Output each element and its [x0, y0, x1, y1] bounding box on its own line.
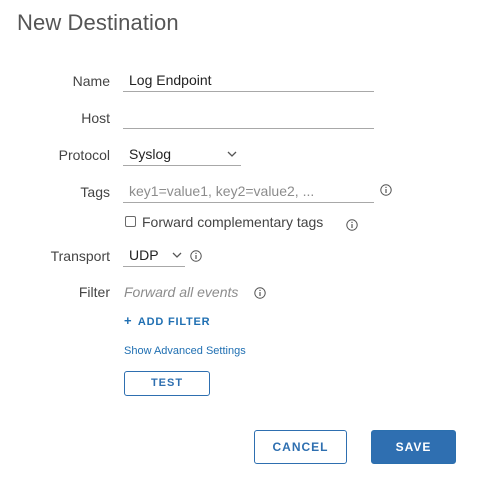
chevron-down-icon — [172, 252, 182, 258]
protocol-value: Syslog — [129, 146, 172, 162]
add-filter-label: ADD FILTER — [137, 316, 211, 328]
show-advanced-settings-link[interactable]: Show Advanced Settings — [124, 345, 246, 357]
add-filter-button[interactable]: + ADD FILTER — [124, 313, 210, 328]
forward-tags-checkbox[interactable] — [125, 216, 136, 227]
host-label: Host — [81, 110, 110, 126]
protocol-label: Protocol — [58, 147, 110, 163]
tags-input[interactable] — [129, 183, 374, 199]
info-circle-icon[interactable] — [254, 287, 266, 299]
tags-label: Tags — [80, 184, 110, 200]
name-label: Name — [72, 73, 110, 89]
name-input[interactable] — [129, 72, 374, 88]
protocol-select[interactable]: Syslog — [123, 144, 241, 166]
host-field[interactable] — [123, 107, 374, 129]
info-circle-icon[interactable] — [346, 219, 358, 231]
info-circle-icon[interactable] — [190, 250, 202, 262]
save-button[interactable]: SAVE — [371, 430, 456, 464]
host-input[interactable] — [129, 109, 374, 125]
dialog-title: New Destination — [17, 10, 179, 35]
cancel-button[interactable]: CANCEL — [254, 430, 347, 464]
info-circle-icon[interactable] — [380, 184, 392, 196]
transport-label: Transport — [50, 248, 110, 264]
transport-select[interactable]: UDP — [123, 245, 185, 267]
tags-field[interactable] — [123, 181, 374, 203]
filter-value: Forward all events — [124, 284, 239, 300]
transport-value: UDP — [129, 247, 159, 263]
plus-icon: + — [124, 313, 133, 328]
name-field[interactable] — [123, 70, 374, 92]
filter-label: Filter — [78, 284, 110, 300]
test-button[interactable]: TEST — [124, 371, 210, 396]
chevron-down-icon — [227, 151, 237, 157]
forward-tags-label[interactable]: Forward complementary tags — [142, 214, 323, 230]
